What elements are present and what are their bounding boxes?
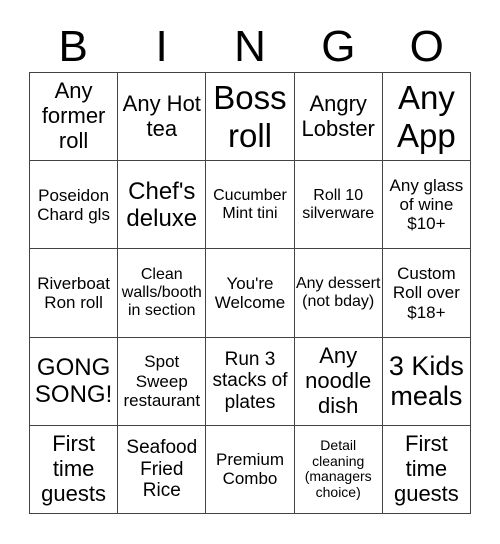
bingo-cell[interactable]: Any former roll: [30, 73, 119, 162]
bingo-cell[interactable]: Riverboat Ron roll: [30, 249, 119, 338]
bingo-cell[interactable]: Angry Lobster: [294, 73, 383, 162]
bingo-cell[interactable]: Custom Roll over $18+: [382, 249, 471, 338]
bingo-cell[interactable]: Spot Sweep restaurant: [118, 337, 207, 426]
bingo-cell[interactable]: You're Welcome: [206, 249, 295, 338]
header-letter-i: I: [155, 22, 168, 71]
bingo-cell[interactable]: Roll 10 silverware: [294, 161, 383, 250]
bingo-cell[interactable]: Run 3 stacks of plates: [206, 337, 295, 426]
bingo-cell[interactable]: First time guests: [382, 425, 471, 514]
header-letter-n: N: [234, 22, 266, 71]
bingo-cell[interactable]: Any noodle dish: [294, 337, 383, 426]
bingo-cell[interactable]: Detail cleaning (managers choice): [294, 425, 383, 514]
bingo-cell[interactable]: Poseidon Chard gls: [30, 161, 119, 250]
header-letter-o: O: [409, 22, 444, 71]
bingo-cell[interactable]: Seafood Fried Rice: [118, 425, 207, 514]
bingo-cell[interactable]: Premium Combo: [206, 425, 295, 514]
header-letter-b: B: [58, 22, 88, 71]
bingo-cell[interactable]: 3 Kids meals: [382, 337, 471, 426]
bingo-cell[interactable]: GONG SONG!: [30, 337, 119, 426]
bingo-cell[interactable]: Any glass of wine $10+: [382, 161, 471, 250]
bingo-grid: Any former roll Any Hot tea Boss roll An…: [29, 72, 471, 514]
bingo-cell[interactable]: Cucumber Mint tini: [206, 161, 295, 250]
bingo-cell[interactable]: Clean walls/booth in section: [118, 249, 207, 338]
bingo-header: B I N G O: [29, 22, 471, 72]
bingo-cell[interactable]: Any dessert (not bday): [294, 249, 383, 338]
bingo-cell[interactable]: Any Hot tea: [118, 73, 207, 162]
bingo-cell[interactable]: First time guests: [30, 425, 119, 514]
bingo-cell[interactable]: Boss roll: [206, 73, 295, 162]
bingo-cell[interactable]: Any App: [382, 73, 471, 162]
bingo-cell[interactable]: Chef's deluxe: [118, 161, 207, 250]
header-letter-g: G: [321, 22, 356, 71]
